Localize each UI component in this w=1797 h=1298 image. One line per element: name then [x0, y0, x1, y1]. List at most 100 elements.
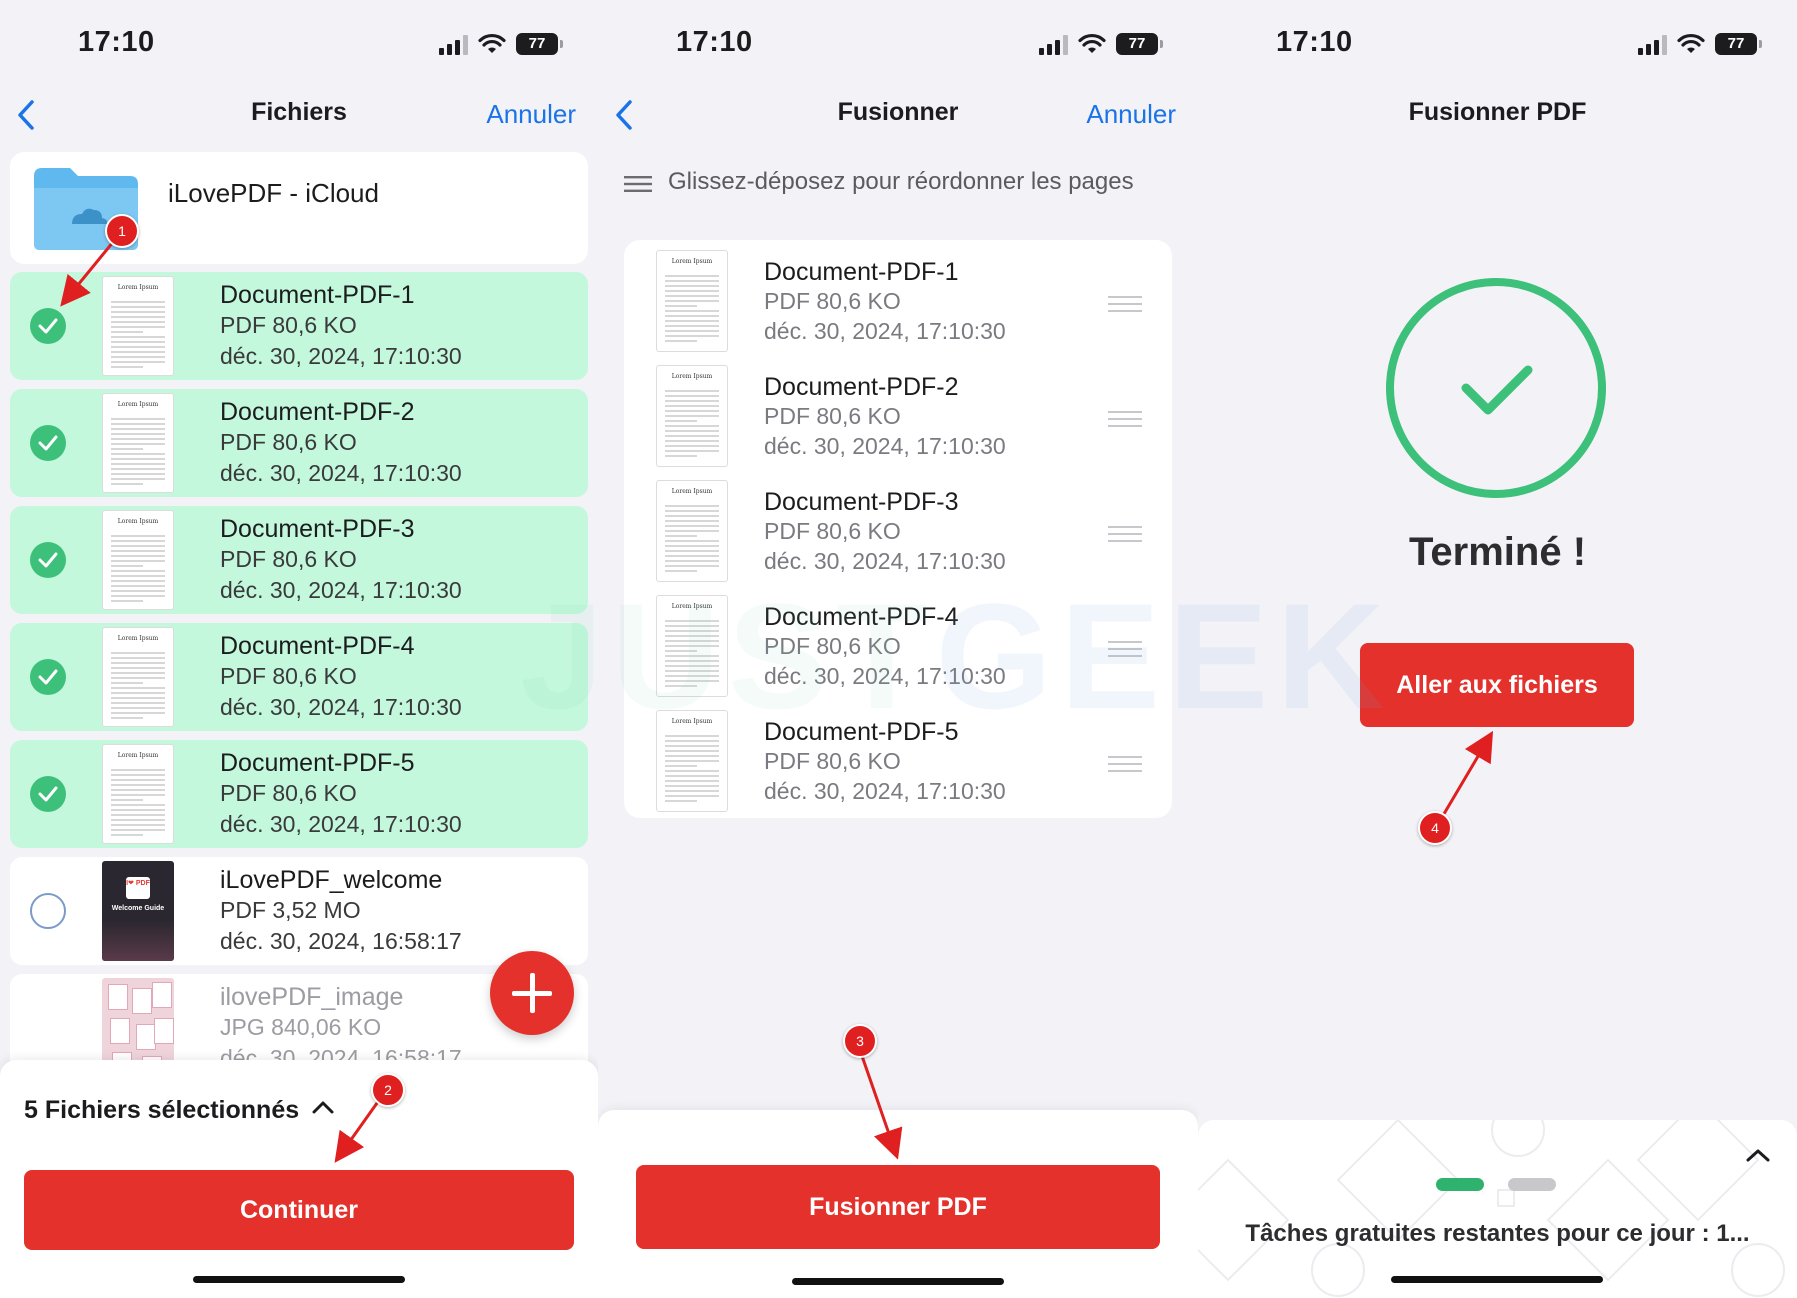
status-icons: 77 — [439, 30, 563, 58]
file-row[interactable]: Lorem Ipsum Document-PDF-5 PDF 80,6 KO déc.… — [10, 740, 588, 848]
file-date: déc. 30, 2024, 17:10:30 — [764, 548, 1006, 574]
file-thumbnail: Lorem Ipsum — [102, 276, 174, 376]
file-row[interactable]: Lorem Ipsum Document-PDF-3 PDF 80,6 KO déc.… — [10, 506, 588, 614]
file-row[interactable]: I❤ PDF Welcome Guide iLovePDF_welcome PDF 3… — [10, 857, 588, 965]
selection-count[interactable]: 5 Fichiers sélectionnés — [24, 1096, 299, 1125]
page-dot-active — [1436, 1178, 1484, 1191]
file-thumbnail: Lorem Ipsum — [102, 393, 174, 493]
drag-handle-icon[interactable] — [1108, 526, 1142, 542]
checkmark-icon[interactable] — [30, 542, 66, 578]
nav-bar: Fusionner PDF — [1198, 90, 1797, 140]
folder-label: iLovePDF - iCloud — [168, 178, 379, 208]
select-radio[interactable] — [30, 893, 66, 929]
file-meta: PDF 80,6 KO — [764, 748, 901, 774]
background-pattern — [1198, 1120, 1785, 1297]
selection-sheet: 5 Fichiers sélectionnés Continuer — [0, 1060, 598, 1298]
drag-handle-icon[interactable] — [1108, 296, 1142, 312]
file-meta: PDF 80,6 KO — [764, 403, 901, 429]
file-name: Document-PDF-5 — [220, 749, 415, 777]
status-bar: 17:10 77 — [1198, 0, 1797, 90]
tasks-sheet: Tâches gratuites restantes pour ce jour … — [1198, 1120, 1797, 1298]
cancel-button[interactable]: Annuler — [1086, 99, 1176, 130]
file-name: Document-PDF-4 — [764, 603, 959, 631]
file-name: Document-PDF-3 — [764, 488, 959, 516]
nav-bar: Fichiers Annuler — [0, 90, 598, 140]
merge-row[interactable]: Lorem Ipsum Document-PDF-4 PDF 80,6 KO déc.… — [624, 589, 1172, 704]
annotation-badge-2: 2 — [371, 1073, 405, 1107]
continue-button[interactable]: Continuer — [24, 1170, 574, 1250]
chevron-up-icon[interactable] — [1746, 1148, 1770, 1162]
home-indicator — [1391, 1276, 1603, 1283]
status-icons: 77 — [1638, 30, 1762, 58]
file-row[interactable]: Lorem Ipsum Document-PDF-4 PDF 80,6 KO déc.… — [10, 623, 588, 731]
thumbnail-caption: Lorem Ipsum — [671, 258, 713, 265]
checkmark-icon[interactable] — [30, 659, 66, 695]
welcome-thumb-title: Welcome Guide — [111, 905, 165, 912]
file-thumbnail: I❤ PDF Welcome Guide — [102, 861, 174, 961]
file-date: déc. 30, 2024, 17:10:30 — [220, 460, 462, 486]
file-meta: PDF 80,6 KO — [764, 633, 901, 659]
drag-handle-icon[interactable] — [1108, 641, 1142, 657]
file-thumbnail: Lorem Ipsum — [102, 627, 174, 727]
status-icons: 77 — [1039, 30, 1163, 58]
file-date: déc. 30, 2024, 17:10:30 — [764, 663, 1006, 689]
file-thumbnail: Lorem Ipsum — [102, 744, 174, 844]
checkmark-icon[interactable] — [30, 308, 66, 344]
wifi-icon — [1677, 33, 1705, 53]
signal-icon — [439, 33, 468, 55]
merge-list: Lorem Ipsum Document-PDF-1 PDF 80,6 KO déc.… — [624, 240, 1172, 818]
file-row[interactable]: Lorem Ipsum Document-PDF-1 PDF 80,6 KO déc.… — [10, 272, 588, 380]
file-date: déc. 30, 2024, 17:10:30 — [764, 778, 1006, 804]
folder-row[interactable]: iLovePDF - iCloud — [10, 152, 588, 264]
file-date: déc. 30, 2024, 17:10:30 — [220, 694, 462, 720]
file-meta: PDF 80,6 KO — [220, 546, 357, 572]
annotation-badge-4: 4 — [1418, 811, 1452, 845]
checkmark-icon[interactable] — [30, 425, 66, 461]
chevron-up-icon[interactable] — [312, 1100, 334, 1114]
drag-handle-icon[interactable] — [1108, 411, 1142, 427]
file-name: Document-PDF-2 — [764, 373, 959, 401]
file-meta: PDF 80,6 KO — [764, 288, 901, 314]
signal-icon — [1638, 33, 1667, 55]
battery-icon: 77 — [1715, 33, 1762, 55]
drag-handle-icon[interactable] — [1108, 756, 1142, 772]
file-row[interactable]: Lorem Ipsum Document-PDF-2 PDF 80,6 KO déc.… — [10, 389, 588, 497]
file-name: ilovePDF_image — [220, 983, 404, 1011]
thumbnail-caption: Lorem Ipsum — [671, 373, 713, 380]
file-date: déc. 30, 2024, 16:58:17 — [220, 928, 462, 954]
wifi-icon — [1078, 33, 1106, 53]
merge-pdf-button[interactable]: Fusionner PDF — [636, 1165, 1160, 1249]
file-meta: PDF 80,6 KO — [220, 429, 357, 455]
merge-row[interactable]: Lorem Ipsum Document-PDF-1 PDF 80,6 KO déc.… — [624, 244, 1172, 359]
annotation-badge-3: 3 — [843, 1024, 877, 1058]
merge-row[interactable]: Lorem Ipsum Document-PDF-2 PDF 80,6 KO déc.… — [624, 359, 1172, 474]
file-name: Document-PDF-3 — [220, 515, 415, 543]
file-name: Document-PDF-5 — [764, 718, 959, 746]
battery-icon: 77 — [1116, 33, 1163, 55]
checkmark-icon[interactable] — [30, 776, 66, 812]
merge-sheet: Fusionner PDF — [598, 1110, 1198, 1298]
file-meta: PDF 80,6 KO — [764, 518, 901, 544]
file-name: Document-PDF-1 — [764, 258, 959, 286]
thumbnail-caption: Lorem Ipsum — [117, 284, 159, 291]
merge-row[interactable]: Lorem Ipsum Document-PDF-5 PDF 80,6 KO déc.… — [624, 704, 1172, 819]
merge-row[interactable]: Lorem Ipsum Document-PDF-3 PDF 80,6 KO déc.… — [624, 474, 1172, 589]
screen-file-picker: 17:10 77 Fichiers Annuler iLovePDF - iCl… — [0, 0, 598, 1298]
free-tasks-label: Tâches gratuites restantes pour ce jour … — [1245, 1220, 1750, 1247]
file-meta: JPG 840,06 KO — [220, 1014, 382, 1040]
page-title: Fusionner PDF — [1408, 98, 1587, 126]
cancel-button[interactable]: Annuler — [486, 99, 576, 130]
file-meta: PDF 80,6 KO — [220, 780, 357, 806]
screen-merge-done: 17:10 77 Fusionner PDF Terminé ! Aller a… — [1198, 0, 1797, 1298]
file-name: iLovePDF_welcome — [220, 866, 443, 894]
status-time: 17:10 — [676, 26, 753, 58]
signal-icon — [1039, 33, 1068, 55]
add-file-button[interactable] — [490, 951, 574, 1035]
file-meta: PDF 3,52 MO — [220, 897, 361, 923]
file-thumbnail: Lorem Ipsum — [656, 250, 728, 352]
home-indicator — [193, 1276, 405, 1283]
file-date: déc. 30, 2024, 17:10:30 — [764, 318, 1006, 344]
file-thumbnail: Lorem Ipsum — [656, 710, 728, 812]
file-meta: PDF 80,6 KO — [220, 663, 357, 689]
go-to-files-button[interactable]: Aller aux fichiers — [1360, 643, 1634, 727]
